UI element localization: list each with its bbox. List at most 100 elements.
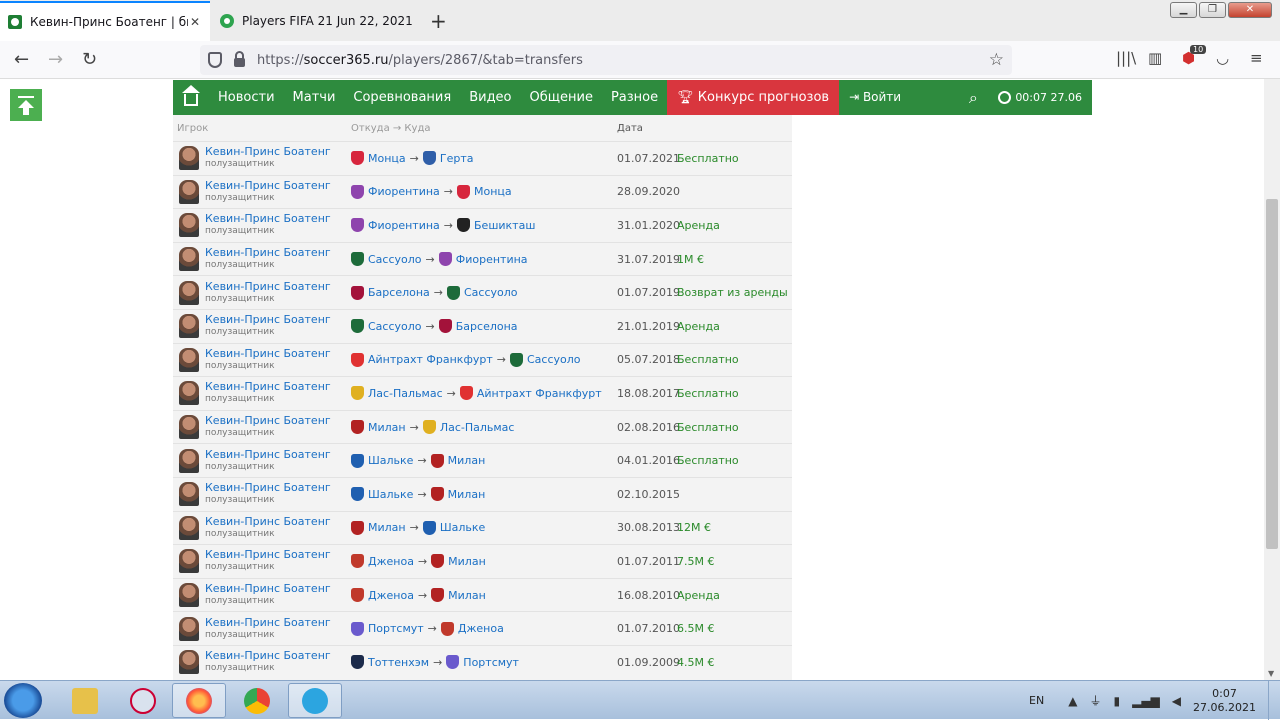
nav-competitions[interactable]: Соревнования: [344, 80, 460, 115]
to-club-link[interactable]: Бешикташ: [474, 219, 535, 232]
to-club-link[interactable]: Шальке: [440, 521, 485, 534]
back-arrow-icon[interactable]: ←: [14, 49, 29, 70]
start-button[interactable]: [4, 683, 42, 718]
taskbar-explorer[interactable]: [58, 683, 112, 718]
from-club-link[interactable]: Сассуоло: [368, 253, 422, 266]
taskbar-chrome[interactable]: [230, 683, 284, 718]
player-name-link[interactable]: Кевин-Принс Боатенг: [205, 247, 331, 259]
from-club-link[interactable]: Барселона: [368, 286, 430, 299]
taskbar-telegram[interactable]: [288, 683, 342, 718]
show-desktop-button[interactable]: [1268, 681, 1280, 720]
player-name-link[interactable]: Кевин-Принс Боатенг: [205, 280, 331, 293]
player-name-link[interactable]: Кевин-Принс Боатенг: [205, 415, 331, 427]
player-avatar[interactable]: [179, 146, 199, 171]
player-avatar[interactable]: [179, 616, 199, 641]
player-avatar[interactable]: [179, 347, 199, 372]
nav-news[interactable]: Новости: [209, 80, 284, 115]
from-club-link[interactable]: Шальке: [368, 488, 413, 501]
volume-icon[interactable]: ◀: [1172, 694, 1181, 708]
from-club-link[interactable]: Портсмут: [368, 622, 424, 635]
page-scrollbar[interactable]: ▼: [1264, 79, 1280, 680]
url-text[interactable]: https://soccer365.ru/players/2867/&tab=t…: [257, 53, 989, 68]
tab-players-fifa[interactable]: Players FIFA 21 Jun 22, 2021 SoFI: [212, 1, 422, 41]
player-avatar[interactable]: [179, 415, 199, 440]
to-club-link[interactable]: Портсмут: [463, 656, 519, 669]
language-indicator[interactable]: EN: [1029, 694, 1044, 707]
player-name-link[interactable]: Кевин-Принс Боатенг: [205, 616, 331, 629]
maximize-button[interactable]: ❐: [1199, 2, 1226, 18]
player-name-link[interactable]: Кевин-Принс Боатенг: [205, 381, 331, 393]
scrollbar-thumb[interactable]: [1266, 199, 1278, 549]
from-club-link[interactable]: Монца: [368, 152, 406, 165]
player-avatar[interactable]: [179, 314, 199, 339]
lock-icon[interactable]: [234, 51, 245, 67]
from-club-link[interactable]: Дженоа: [368, 589, 414, 602]
to-club-link[interactable]: Герта: [440, 152, 474, 165]
taskbar-firefox[interactable]: [172, 683, 226, 718]
tracking-shield-icon[interactable]: [208, 52, 222, 68]
player-avatar[interactable]: [179, 650, 199, 675]
menu-hamburger-icon[interactable]: ≡: [1250, 49, 1263, 67]
to-club-link[interactable]: Милан: [448, 589, 486, 602]
player-avatar[interactable]: [179, 179, 199, 204]
to-club-link[interactable]: Сассуоло: [527, 353, 581, 366]
from-club-link[interactable]: Тоттенхэм: [368, 656, 429, 669]
nav-video[interactable]: Видео: [460, 80, 520, 115]
from-club-link[interactable]: Лас-Пальмас: [368, 387, 443, 400]
pocket-icon[interactable]: ◡: [1216, 49, 1229, 67]
bookmark-star-icon[interactable]: ☆: [989, 50, 1004, 70]
player-name-link[interactable]: Кевин-Принс Боатенг: [205, 179, 331, 192]
from-club-link[interactable]: Дженоа: [368, 555, 414, 568]
to-club-link[interactable]: Милан: [448, 454, 486, 467]
nav-prediction-contest[interactable]: 🏆︎ Конкурс прогнозов: [667, 80, 840, 115]
reload-icon[interactable]: ↻: [82, 49, 97, 70]
forward-arrow-icon[interactable]: →: [48, 49, 63, 70]
player-avatar[interactable]: [179, 448, 199, 473]
nav-matches[interactable]: Матчи: [284, 80, 345, 115]
library-icon[interactable]: |||\: [1116, 49, 1136, 67]
player-name-link[interactable]: Кевин-Принс Боатенг: [205, 650, 331, 662]
player-name-link[interactable]: Кевин-Принс Боатенг: [205, 347, 331, 360]
to-club-link[interactable]: Монца: [474, 185, 512, 198]
to-club-link[interactable]: Барселона: [456, 320, 518, 333]
login-button[interactable]: ⇥ Войти: [839, 80, 911, 115]
new-tab-plus-icon[interactable]: +: [430, 9, 447, 33]
player-avatar[interactable]: [179, 280, 199, 305]
tab-close-icon[interactable]: ✕: [188, 15, 202, 29]
signal-icon[interactable]: ▂▄▆: [1132, 694, 1160, 708]
player-avatar[interactable]: [179, 247, 199, 272]
usb-icon[interactable]: ⏚: [1089, 692, 1101, 709]
tray-arrow-icon[interactable]: ▲: [1068, 694, 1077, 708]
tray-clock[interactable]: 0:07 27.06.2021: [1193, 687, 1256, 715]
address-bar[interactable]: https://soccer365.ru/players/2867/&tab=t…: [200, 45, 1012, 75]
player-avatar[interactable]: [179, 583, 199, 608]
scroll-to-top-button[interactable]: [10, 89, 42, 121]
taskbar-snipping[interactable]: [116, 683, 170, 718]
player-name-link[interactable]: Кевин-Принс Боатенг: [205, 549, 331, 561]
minimize-button[interactable]: ▁: [1170, 2, 1197, 18]
from-club-link[interactable]: Айнтрахт Франкфурт: [368, 353, 493, 366]
player-avatar[interactable]: [179, 482, 199, 507]
home-button[interactable]: [173, 80, 209, 115]
to-club-link[interactable]: Фиорентина: [456, 253, 528, 266]
player-name-link[interactable]: Кевин-Принс Боатенг: [205, 146, 331, 158]
player-name-link[interactable]: Кевин-Принс Боатенг: [205, 213, 331, 225]
player-name-link[interactable]: Кевин-Принс Боатенг: [205, 314, 331, 326]
battery-icon[interactable]: ▮: [1113, 694, 1120, 708]
nav-community[interactable]: Общение: [521, 80, 602, 115]
tab-player-biography[interactable]: Кевин-Принс Боатенг | биогра ✕: [0, 1, 210, 41]
to-club-link[interactable]: Сассуоло: [464, 286, 518, 299]
to-club-link[interactable]: Милан: [448, 555, 486, 568]
player-avatar[interactable]: [179, 515, 199, 540]
close-window-button[interactable]: ✕: [1228, 2, 1272, 18]
player-avatar[interactable]: [179, 549, 199, 574]
from-club-link[interactable]: Сассуоло: [368, 320, 422, 333]
from-club-link[interactable]: Шальке: [368, 454, 413, 467]
from-club-link[interactable]: Фиорентина: [368, 185, 440, 198]
search-icon[interactable]: ⌕: [958, 88, 988, 108]
player-name-link[interactable]: Кевин-Принс Боатенг: [205, 515, 331, 528]
player-avatar[interactable]: [179, 381, 199, 406]
player-name-link[interactable]: Кевин-Принс Боатенг: [205, 482, 331, 494]
to-club-link[interactable]: Милан: [448, 488, 486, 501]
scroll-down-icon[interactable]: ▼: [1268, 669, 1274, 678]
